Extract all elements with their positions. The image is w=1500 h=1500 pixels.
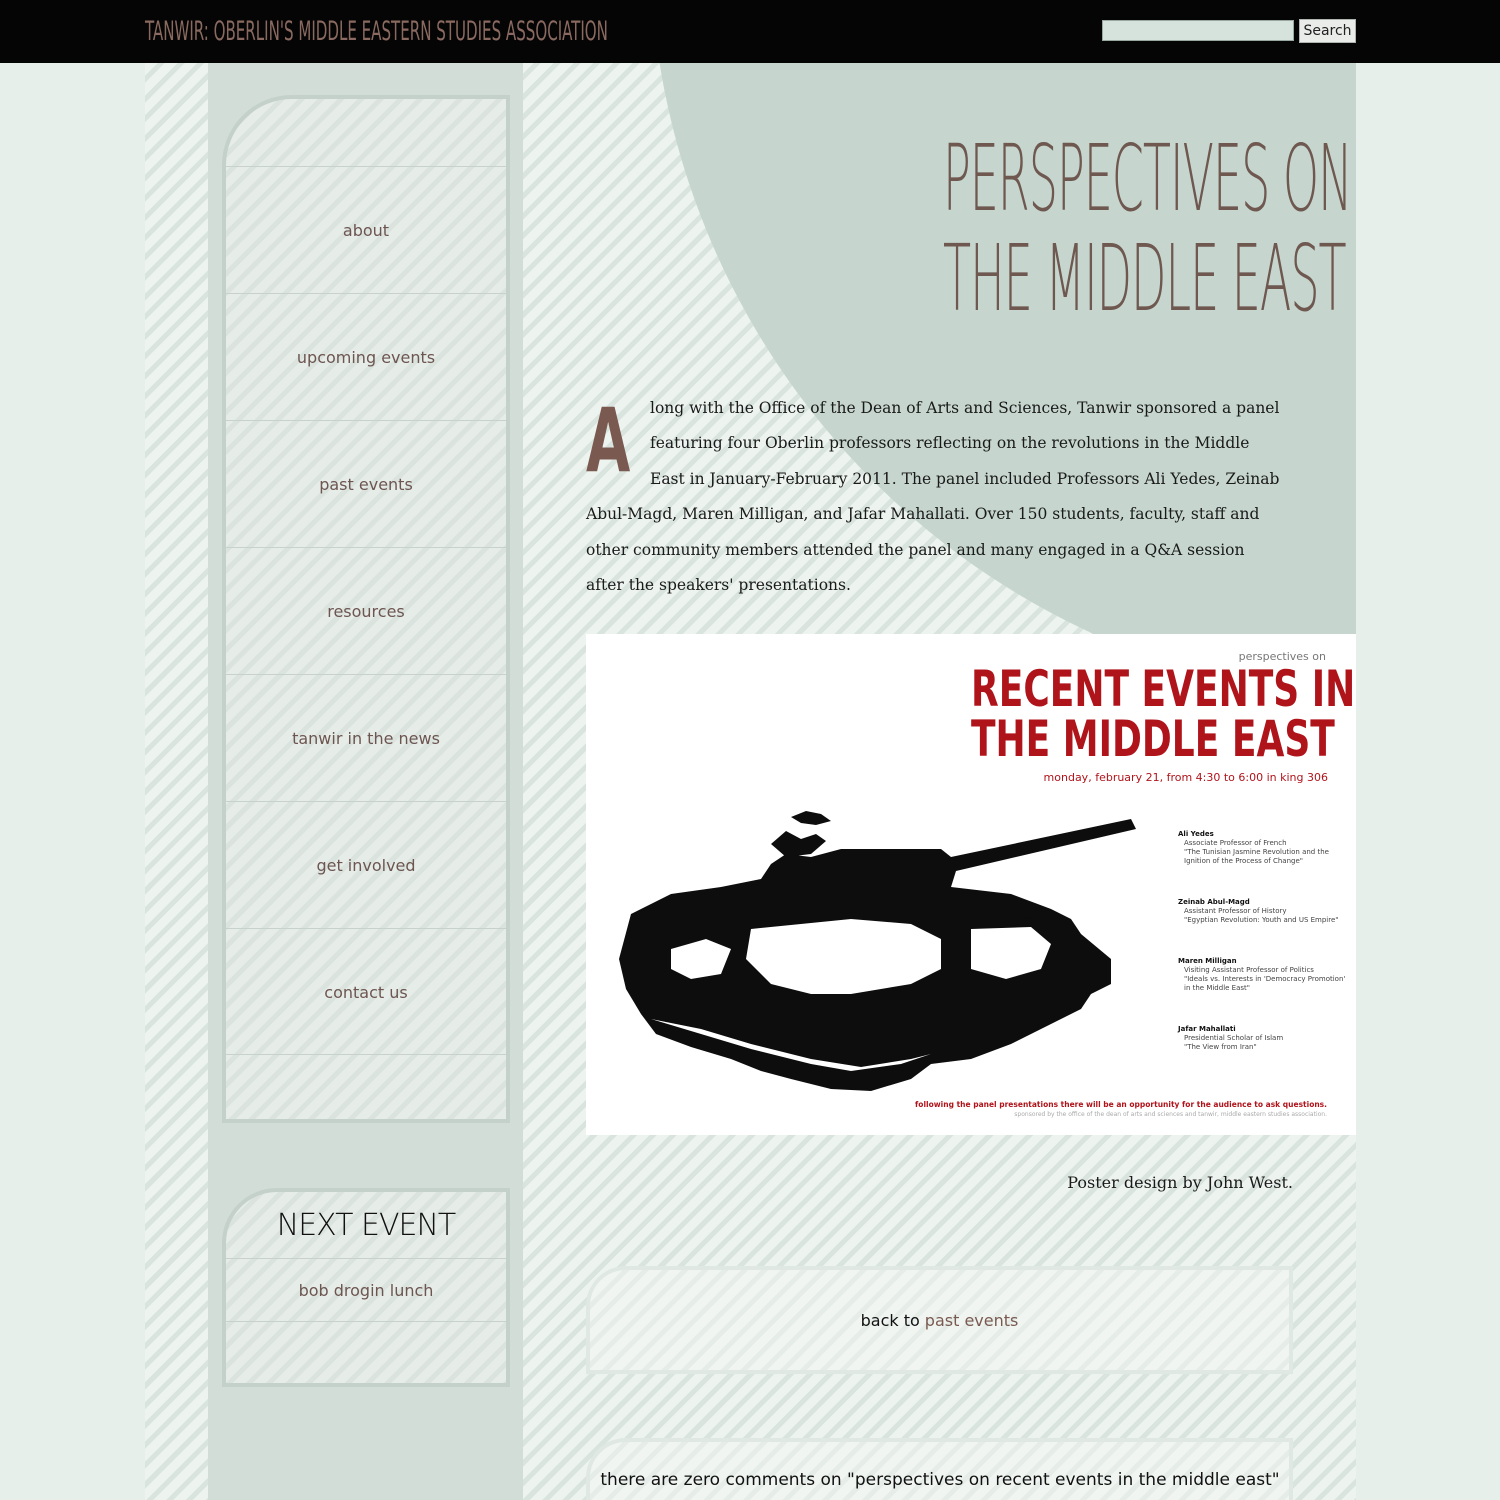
top-bar: Tanwir: Oberlin's Middle Eastern Studies… bbox=[0, 0, 1500, 63]
back-to-past-events-link[interactable]: past events bbox=[925, 1311, 1019, 1330]
speaker-name: Jafar Mahallati bbox=[1178, 1025, 1236, 1033]
page-title-line-2: the Middle East bbox=[943, 225, 1347, 332]
search-input[interactable] bbox=[1102, 20, 1294, 41]
poster-footer: following the panel presentations there … bbox=[915, 1100, 1327, 1109]
page-content: about upcoming events past events resour… bbox=[145, 63, 1356, 1500]
nav-item-past-events[interactable]: past events bbox=[226, 420, 506, 547]
search-button[interactable]: Search bbox=[1299, 19, 1356, 43]
nav-item-resources[interactable]: resources bbox=[226, 547, 506, 674]
speaker-role: Assistant Professor of History bbox=[1184, 907, 1287, 915]
speaker-talk: "The View from Iran" bbox=[1184, 1043, 1257, 1051]
nav-item-about[interactable]: about bbox=[226, 166, 506, 293]
back-prefix: back to bbox=[860, 1310, 920, 1330]
poster-caption: Poster design by John West. bbox=[1067, 1173, 1293, 1192]
speaker-talk: "Ideals vs. Interests in 'Democracy Prom… bbox=[1184, 975, 1346, 992]
event-poster-image: perspectives on Recent Events in The Mid… bbox=[586, 634, 1356, 1135]
poster-speakers: Ali Yedes Associate Professor of French … bbox=[1178, 830, 1348, 1084]
next-event-heading: NEXT EVENT bbox=[276, 1207, 456, 1243]
speaker-name: Zeinab Abul-Magd bbox=[1178, 898, 1250, 906]
poster-speaker: Zeinab Abul-Magd Assistant Professor of … bbox=[1178, 898, 1348, 925]
poster-sponsor-line: sponsored by the office of the dean of a… bbox=[1014, 1111, 1327, 1118]
page-title: Perspectives on Recent Events in the Mid… bbox=[593, 125, 1356, 332]
poster-speaker: Maren Milligan Visiting Assistant Profes… bbox=[1178, 957, 1348, 993]
speaker-role: Associate Professor of French bbox=[1184, 839, 1287, 847]
nav-item-contact-us[interactable]: contact us bbox=[226, 928, 506, 1055]
comments-section: there are zero comments on "perspectives… bbox=[586, 1438, 1293, 1500]
comments-count-text: there are zero comments on "perspectives… bbox=[600, 1470, 1280, 1490]
poster-title-line-1: Recent Events in bbox=[971, 660, 1356, 718]
sidebar-nav: about upcoming events past events resour… bbox=[222, 95, 510, 1123]
speaker-talk: "The Tunisian Jasmine Revolution and the… bbox=[1184, 848, 1329, 865]
tank-silhouette-icon bbox=[619, 811, 1136, 1091]
nav-item-upcoming-events[interactable]: upcoming events bbox=[226, 293, 506, 420]
article-body: Along with the Office of the Dean of Art… bbox=[586, 391, 1286, 603]
speaker-talk: "Egyptian Revolution: Youth and US Empir… bbox=[1184, 916, 1339, 924]
poster-title: Recent Events in The Middle East bbox=[831, 660, 1356, 768]
nav-item-tanwir-in-the-news[interactable]: tanwir in the news bbox=[226, 674, 506, 801]
article-paragraph: long with the Office of the Dean of Arts… bbox=[586, 399, 1280, 595]
drop-cap: A bbox=[586, 389, 631, 492]
speaker-name: Ali Yedes bbox=[1178, 830, 1214, 838]
speaker-role: Presidential Scholar of Islam bbox=[1184, 1034, 1284, 1042]
poster-speaker: Ali Yedes Associate Professor of French … bbox=[1178, 830, 1348, 866]
poster-date: monday, february 21, from 4:30 to 6:00 i… bbox=[1043, 771, 1328, 784]
site-title[interactable]: Tanwir: Oberlin's Middle Eastern Studies… bbox=[145, 12, 608, 52]
speaker-role: Visiting Assistant Professor of Politics bbox=[1184, 966, 1314, 974]
poster-speaker: Jafar Mahallati Presidential Scholar of … bbox=[1178, 1025, 1348, 1052]
next-event-box: NEXT EVENT bob drogin lunch bbox=[222, 1188, 510, 1387]
nav-item-get-involved[interactable]: get involved bbox=[226, 801, 506, 928]
nav-footer-divider bbox=[226, 1054, 506, 1119]
next-event-link[interactable]: bob drogin lunch bbox=[226, 1258, 506, 1322]
page-title-line-1: Perspectives on Recent Events in bbox=[943, 125, 1356, 232]
poster-title-line-2: The Middle East bbox=[971, 710, 1335, 768]
speaker-name: Maren Milligan bbox=[1178, 957, 1237, 965]
back-navigation: back to past events bbox=[586, 1266, 1293, 1374]
